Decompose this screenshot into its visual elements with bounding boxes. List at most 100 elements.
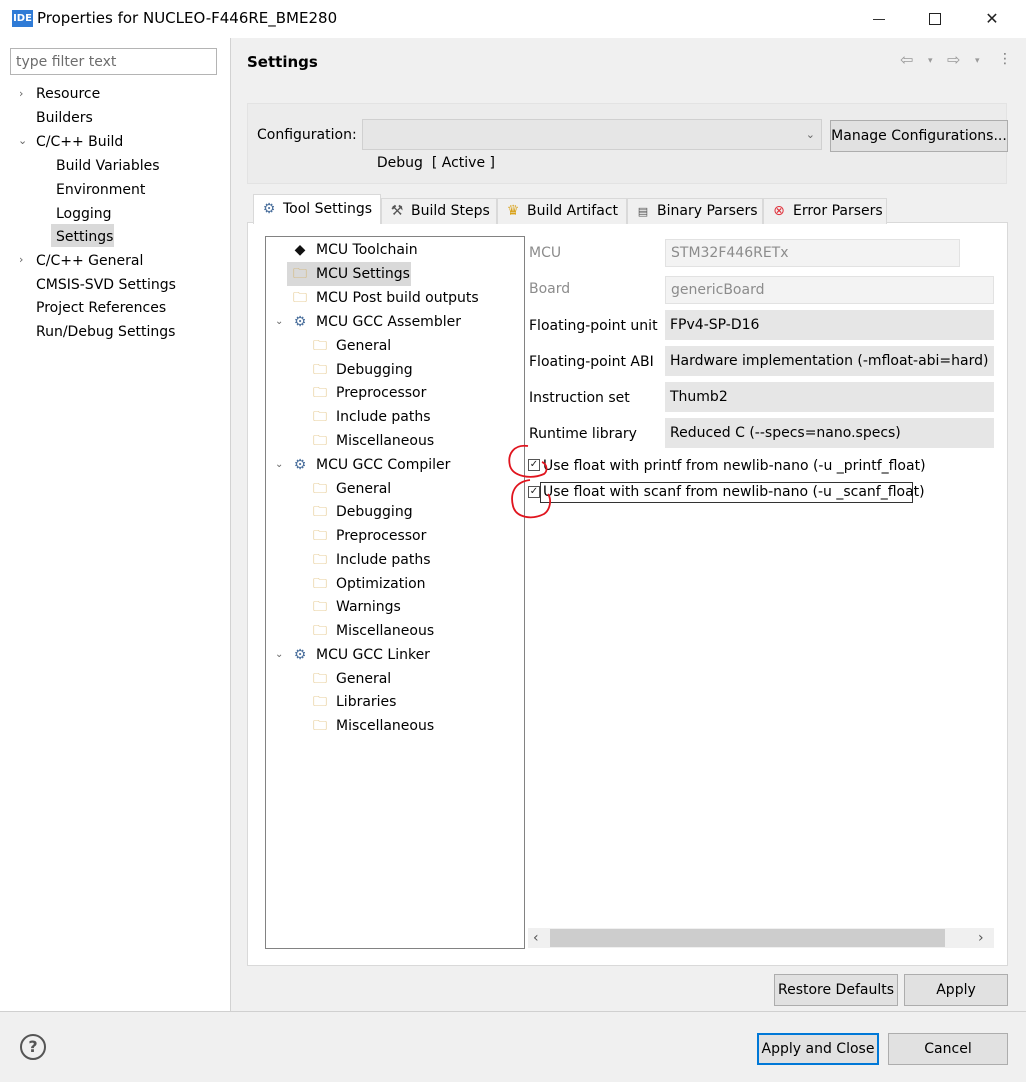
- scroll-right-icon[interactable]: ›: [978, 928, 984, 948]
- folder-icon: 🗀: [313, 481, 327, 497]
- window-title: Properties for NUCLEO-F446RE_BME280: [37, 9, 338, 27]
- tab-build-steps[interactable]: ⚒ Build Steps: [381, 198, 497, 224]
- mcu-label: MCU: [529, 245, 562, 261]
- maximize-button[interactable]: [912, 0, 958, 38]
- gear-icon: ⚙: [293, 457, 307, 473]
- board-field: genericBoard: [665, 276, 994, 304]
- fpu-select[interactable]: FPv4-SP-D16: [665, 310, 994, 340]
- nav-item-settings[interactable]: Settings: [56, 227, 113, 247]
- forward-arrow-icon[interactable]: ⇨: [947, 50, 960, 69]
- folder-icon: 🗀: [313, 694, 327, 710]
- folder-icon: 🗀: [313, 362, 327, 378]
- board-label: Board: [529, 281, 571, 297]
- tree-item-cc-optimization[interactable]: Optimization: [336, 574, 426, 594]
- nav-item-run-debug[interactable]: Run/Debug Settings: [36, 322, 175, 342]
- configuration-select[interactable]: Debug [ Active ] ⌄: [362, 119, 822, 171]
- back-dropdown-icon[interactable]: ▾: [928, 56, 933, 66]
- folder-icon: 🗀: [313, 718, 327, 734]
- tree-item-gcc-assembler[interactable]: MCU GCC Assembler: [316, 312, 461, 332]
- tab-tool-settings[interactable]: ⚙ Tool Settings: [253, 194, 381, 224]
- chevron-right-icon[interactable]: ›: [19, 250, 23, 270]
- forward-dropdown-icon[interactable]: ▾: [975, 56, 980, 66]
- page-title: Settings: [247, 53, 318, 71]
- nav-item-cpp-general[interactable]: C/C++ General: [36, 251, 143, 271]
- chip-icon: ◆: [294, 242, 306, 258]
- instruction-set-label: Instruction set: [529, 390, 630, 406]
- filter-input[interactable]: [10, 48, 217, 75]
- tree-item-asm-preprocessor[interactable]: Preprocessor: [336, 383, 426, 403]
- tree-item-ld-miscellaneous[interactable]: Miscellaneous: [336, 716, 434, 736]
- nav-item-cpp-build[interactable]: C/C++ Build: [36, 132, 123, 152]
- tree-item-gcc-compiler[interactable]: MCU GCC Compiler: [316, 455, 450, 475]
- minimize-button[interactable]: [856, 0, 902, 38]
- red-annotation-marks: [508, 444, 551, 519]
- tree-item-cc-debugging[interactable]: Debugging: [336, 502, 413, 522]
- tab-label: Tool Settings: [283, 201, 373, 217]
- cancel-button[interactable]: Cancel: [888, 1033, 1008, 1065]
- folder-icon: 🗀: [293, 290, 307, 306]
- nav-item-cmsis-svd[interactable]: CMSIS-SVD Settings: [36, 275, 176, 295]
- folder-icon: 🗀: [313, 409, 327, 425]
- float-abi-label: Floating-point ABI: [529, 354, 654, 370]
- instruction-set-select[interactable]: Thumb2: [665, 382, 994, 412]
- manage-configurations-button[interactable]: Manage Configurations...: [830, 120, 1008, 152]
- tab-label: Build Artifact: [527, 203, 618, 219]
- chevron-down-icon[interactable]: ⌄: [275, 312, 283, 332]
- back-arrow-icon[interactable]: ⇦: [900, 50, 913, 69]
- mcu-field: STM32F446RETx: [665, 239, 960, 267]
- help-icon[interactable]: ?: [20, 1034, 46, 1060]
- nav-item-project-references[interactable]: Project References: [36, 298, 166, 318]
- chevron-down-icon[interactable]: ⌄: [275, 455, 283, 475]
- chevron-right-icon[interactable]: ›: [19, 84, 23, 104]
- tree-item-cc-preprocessor[interactable]: Preprocessor: [336, 526, 426, 546]
- close-button[interactable]: ✕: [969, 0, 1015, 38]
- tab-build-artifact[interactable]: ♛ Build Artifact: [497, 198, 627, 224]
- folder-icon: 🗀: [313, 504, 327, 520]
- folder-icon: 🗀: [313, 671, 327, 687]
- trophy-icon: ♛: [506, 203, 520, 219]
- tree-item-asm-general[interactable]: General: [336, 336, 391, 356]
- tree-item-asm-debugging[interactable]: Debugging: [336, 360, 413, 380]
- tree-item-mcu-settings[interactable]: MCU Settings: [316, 264, 410, 284]
- scanf-float-label[interactable]: Use float with scanf from newlib-nano (-…: [543, 482, 925, 502]
- folder-icon: 🗀: [313, 385, 327, 401]
- scroll-left-icon[interactable]: ‹: [533, 928, 539, 948]
- tree-item-cc-general[interactable]: General: [336, 479, 391, 499]
- configuration-label: Configuration:: [257, 127, 357, 143]
- restore-defaults-button[interactable]: Restore Defaults: [774, 974, 898, 1006]
- nav-item-resource[interactable]: Resource: [36, 84, 100, 104]
- tab-binary-parsers[interactable]: ▤ Binary Parsers: [627, 198, 763, 224]
- printf-float-label[interactable]: Use float with printf from newlib-nano (…: [543, 456, 926, 476]
- gear-icon: ⚙: [293, 647, 307, 663]
- tree-item-asm-include-paths[interactable]: Include paths: [336, 407, 431, 427]
- folder-icon: 🗀: [313, 623, 327, 639]
- close-icon: ✕: [985, 9, 999, 28]
- tree-item-mcu-toolchain[interactable]: MCU Toolchain: [316, 240, 418, 260]
- gear-icon: ⚙: [262, 201, 276, 217]
- tab-label: Binary Parsers: [657, 203, 758, 219]
- apply-button[interactable]: Apply: [904, 974, 1008, 1006]
- error-icon: ⊗: [773, 203, 785, 219]
- tree-item-ld-general[interactable]: General: [336, 669, 391, 689]
- tree-item-mcu-post-build[interactable]: MCU Post build outputs: [316, 288, 479, 308]
- float-abi-select[interactable]: Hardware implementation (-mfloat-abi=har…: [665, 346, 994, 376]
- nav-item-build-variables[interactable]: Build Variables: [56, 156, 160, 176]
- chevron-down-icon[interactable]: ⌄: [275, 645, 283, 665]
- nav-item-environment[interactable]: Environment: [56, 180, 145, 200]
- tab-error-parsers[interactable]: ⊗ Error Parsers: [763, 198, 887, 224]
- tree-item-cc-include-paths[interactable]: Include paths: [336, 550, 431, 570]
- folder-icon: 🗀: [313, 576, 327, 592]
- nav-item-builders[interactable]: Builders: [36, 108, 93, 128]
- apply-and-close-button[interactable]: Apply and Close: [757, 1033, 879, 1065]
- runtime-library-select[interactable]: Reduced C (--specs=nano.specs): [665, 418, 994, 448]
- tree-item-cc-warnings[interactable]: Warnings: [336, 597, 401, 617]
- scrollbar-thumb[interactable]: [550, 929, 945, 947]
- chevron-down-icon[interactable]: ⌄: [18, 131, 27, 151]
- bottom-separator: [0, 1011, 1026, 1012]
- nav-item-logging[interactable]: Logging: [56, 204, 112, 224]
- tree-item-cc-miscellaneous[interactable]: Miscellaneous: [336, 621, 434, 641]
- tree-item-asm-miscellaneous[interactable]: Miscellaneous: [336, 431, 434, 451]
- tree-item-gcc-linker[interactable]: MCU GCC Linker: [316, 645, 430, 665]
- view-menu-icon[interactable]: ⋮: [998, 51, 1012, 67]
- tree-item-ld-libraries[interactable]: Libraries: [336, 692, 396, 712]
